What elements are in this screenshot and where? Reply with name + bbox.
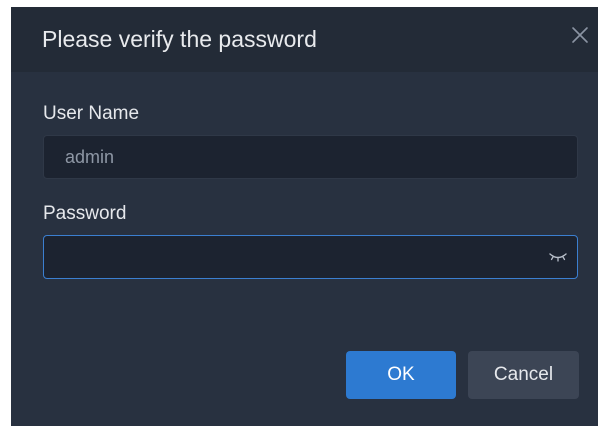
username-input[interactable] <box>44 136 577 178</box>
verify-password-dialog: Please verify the password User Name Pas… <box>11 7 598 426</box>
username-field[interactable] <box>43 135 578 179</box>
password-field[interactable] <box>43 235 578 279</box>
eye-closed-icon[interactable] <box>548 250 568 264</box>
dialog-title: Please verify the password <box>42 26 317 52</box>
ok-button[interactable]: OK <box>346 351 456 399</box>
password-input[interactable] <box>44 236 577 278</box>
cancel-button[interactable]: Cancel <box>468 351 579 399</box>
dialog-header: Please verify the password <box>11 7 598 72</box>
username-label: User Name <box>43 103 140 124</box>
close-icon[interactable] <box>568 23 592 47</box>
password-label: Password <box>43 203 127 224</box>
